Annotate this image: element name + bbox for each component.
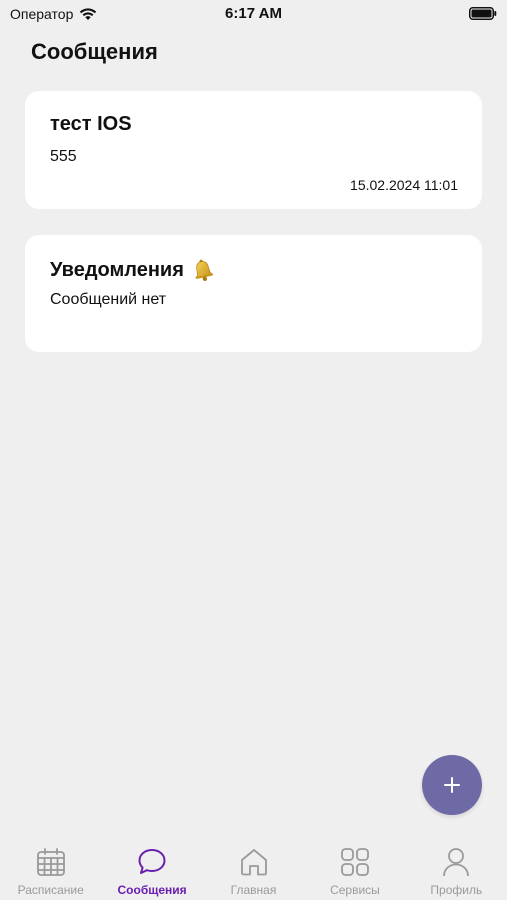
tab-label: Сообщения — [117, 883, 187, 897]
tab-label: Расписание — [17, 883, 84, 897]
home-icon — [240, 849, 267, 876]
notifications-header: Уведомления — [50, 257, 216, 283]
plus-icon — [444, 777, 460, 793]
calendar-icon — [36, 848, 65, 876]
grid-icon — [341, 848, 369, 876]
tab-services[interactable]: Сервисы — [304, 838, 405, 900]
tab-messages[interactable]: Сообщения — [101, 838, 202, 900]
battery-icon — [469, 7, 497, 20]
tab-label: Сервисы — [330, 883, 380, 897]
message-preview: 555 — [50, 148, 77, 165]
chat-bubble-icon — [138, 849, 166, 874]
tab-home[interactable]: Главная — [203, 838, 304, 900]
tab-label: Главная — [230, 883, 277, 897]
tab-label: Профиль — [430, 883, 483, 897]
status-time: 6:17 AM — [225, 5, 282, 22]
person-icon — [443, 848, 470, 877]
tab-profile[interactable]: Профиль — [406, 838, 507, 900]
bell-icon — [195, 259, 214, 282]
status-bar: Оператор 6:17 AM — [0, 0, 507, 28]
notifications-title: Уведомления — [50, 258, 184, 281]
notifications-empty-text: Сообщений нет — [50, 291, 167, 308]
message-card[interactable]: тест IOS 555 15.02.2024 11:01 — [25, 91, 482, 209]
add-message-button[interactable] — [422, 755, 482, 815]
tab-schedule[interactable]: Расписание — [0, 838, 101, 900]
message-date: 15.02.2024 11:01 — [350, 177, 458, 193]
tab-bar: Расписание Сообщения Главная Сервисы Про… — [0, 838, 507, 900]
page-title: Сообщения — [31, 39, 158, 64]
message-title: тест IOS — [50, 113, 132, 135]
notifications-card[interactable]: Уведомления Сообщений нет — [25, 235, 482, 352]
